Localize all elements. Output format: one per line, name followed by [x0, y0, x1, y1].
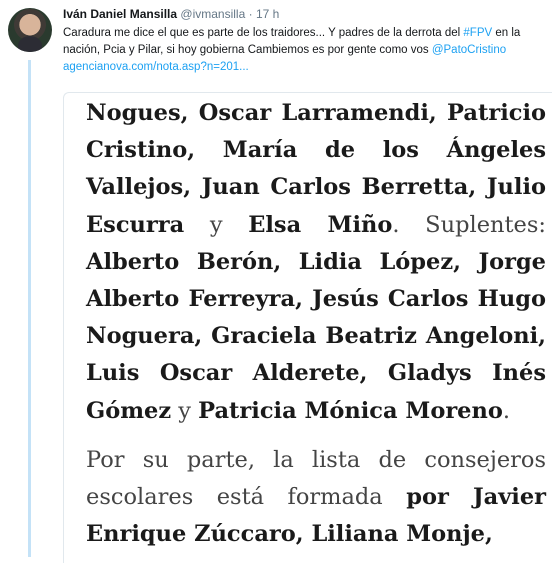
handle[interactable]: @ivmansilla [180, 7, 245, 21]
plain-text-run: y [171, 397, 199, 424]
hashtag-link[interactable]: #FPV [463, 27, 492, 39]
mention-link[interactable]: @PatoCristino [432, 44, 506, 56]
display-name[interactable]: Iván Daniel Mansilla [63, 7, 177, 21]
avatar[interactable] [8, 8, 52, 52]
plain-text-run: . [502, 397, 511, 424]
article-text: Nogues, Oscar Larramendi, Patricio Crist… [86, 95, 546, 553]
tweet-header: Iván Daniel Mansilla @ivmansilla · 17 h [63, 6, 548, 22]
article-image[interactable]: Nogues, Oscar Larramendi, Patricio Crist… [63, 92, 552, 563]
article-paragraph-2: Por su parte, la lista de consejeros esc… [86, 442, 546, 554]
tweet: Iván Daniel Mansilla @ivmansilla · 17 h … [63, 6, 548, 76]
article-link[interactable]: agencianova.com/nota.asp?n=201... [63, 59, 548, 76]
separator: · [248, 7, 253, 21]
plain-text-run: y [184, 211, 249, 238]
bold-name-run: Patricia Mónica Moreno [198, 397, 503, 424]
plain-text-run: . Suplentes: [392, 211, 546, 238]
timestamp[interactable]: 17 h [256, 7, 279, 21]
bold-name-run: Elsa Miño [248, 211, 393, 238]
tweet-text-part1: Caradura me dice el que es parte de los … [63, 27, 464, 39]
article-paragraph-1: Nogues, Oscar Larramendi, Patricio Crist… [86, 95, 546, 430]
thread-line [28, 60, 31, 557]
tweet-text: Caradura me dice el que es parte de los … [63, 25, 548, 59]
